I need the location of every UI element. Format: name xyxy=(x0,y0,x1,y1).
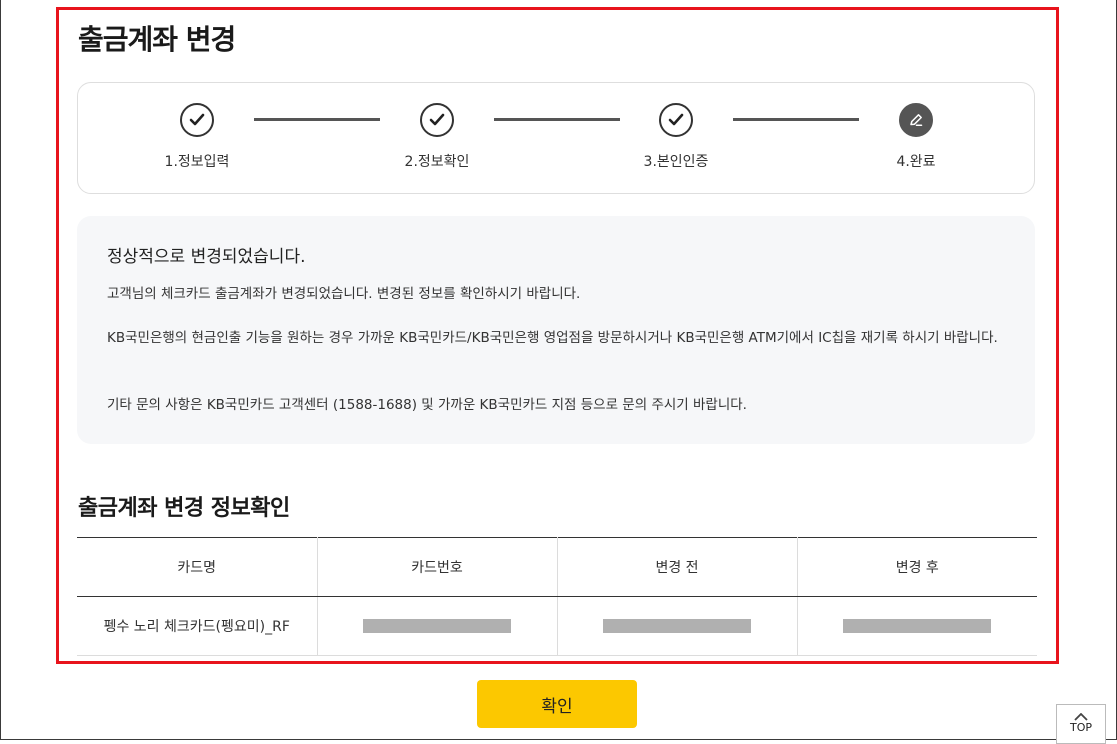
scroll-top-button[interactable]: TOP xyxy=(1056,704,1106,744)
step-3-check-icon xyxy=(659,103,693,137)
notice-line-1: 고객님의 체크카드 출금계좌가 변경되었습니다. 변경된 정보를 확인하시기 바… xyxy=(107,286,581,302)
step-2-label: 2.정보확인 xyxy=(404,154,470,170)
confirm-button[interactable]: 확인 xyxy=(477,680,637,728)
cell-after xyxy=(797,596,1037,656)
notice-title: 정상적으로 변경되었습니다. xyxy=(107,247,306,267)
header-card-name: 카드명 xyxy=(77,537,318,597)
step-connector-3 xyxy=(733,118,859,121)
header-before: 변경 전 xyxy=(557,537,798,597)
masked-card-number xyxy=(363,619,511,633)
completion-notice: 정상적으로 변경되었습니다. 고객님의 체크카드 출금계좌가 변경되었습니다. … xyxy=(77,216,1035,444)
chevron-up-icon xyxy=(1074,713,1088,721)
step-1-check-icon xyxy=(180,103,214,137)
top-label: TOP xyxy=(1069,721,1092,734)
page-title: 출금계좌 변경 xyxy=(78,23,236,56)
table-row: 펭수 노리 체크카드(펭요미)_RF xyxy=(77,596,1037,656)
header-card-number: 카드번호 xyxy=(317,537,558,597)
notice-line-3: 기타 문의 사항은 KB국민카드 고객센터 (1588-1688) 및 가까운 … xyxy=(107,397,747,413)
step-3-label: 3.본인인증 xyxy=(643,154,709,170)
cell-card-name: 펭수 노리 체크카드(펭요미)_RF xyxy=(77,596,318,656)
step-connector-1 xyxy=(254,118,380,121)
header-after: 변경 후 xyxy=(797,537,1037,597)
step-1-label: 1.정보입력 xyxy=(164,154,230,170)
progress-stepper: 1.정보입력 2.정보확인 3.본인인증 4.완료 xyxy=(77,82,1035,194)
masked-after-account xyxy=(843,619,992,633)
step-4-pencil-icon xyxy=(899,103,933,137)
notice-line-2: KB국민은행의 현금인출 기능을 원하는 경우 가까운 KB국민카드/KB국민은… xyxy=(107,330,998,346)
masked-before-account xyxy=(603,619,751,633)
step-2-check-icon xyxy=(420,103,454,137)
cell-before xyxy=(557,596,798,656)
step-connector-2 xyxy=(494,118,620,121)
info-section-title: 출금계좌 변경 정보확인 xyxy=(78,496,290,521)
table-header-row: 카드명 카드번호 변경 전 변경 후 xyxy=(77,537,1037,597)
change-info-table: 카드명 카드번호 변경 전 변경 후 펭수 노리 체크카드(펭요미)_RF xyxy=(77,537,1037,656)
step-4-label: 4.완료 xyxy=(896,154,936,170)
cell-card-number xyxy=(317,596,558,656)
